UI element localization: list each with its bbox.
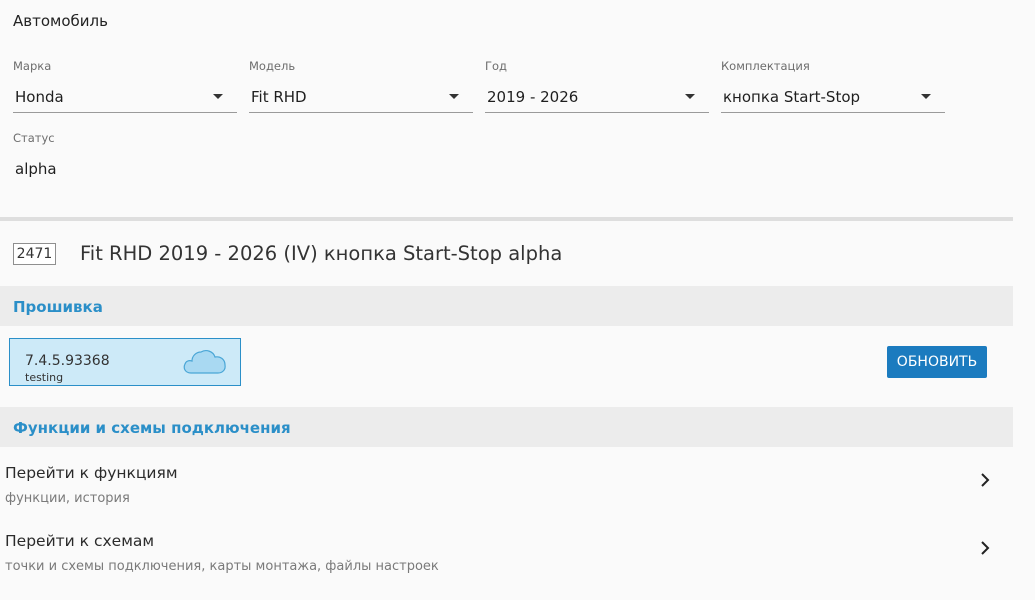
year-select[interactable]: 2019 - 2026 [485, 81, 709, 113]
firmware-section-title: Прошивка [13, 298, 103, 316]
chevron-right-icon [981, 541, 990, 555]
caret-down-icon [685, 94, 695, 99]
functions-section-title: Функции и схемы подключения [13, 419, 291, 437]
nav-functions[interactable]: Перейти к функциям функции, история [0, 464, 1013, 528]
year-select-value: 2019 - 2026 [487, 87, 579, 106]
car-section-title: Автомобиль [13, 12, 108, 30]
firmware-channel: testing [25, 371, 64, 384]
trim-select[interactable]: кнопка Start-Stop [721, 81, 945, 113]
status-value: alpha [15, 160, 57, 178]
year-label: Год [485, 59, 508, 73]
model-label: Модель [249, 59, 296, 73]
functions-section-header: Функции и схемы подключения [0, 407, 1013, 447]
caret-down-icon [213, 94, 223, 99]
caret-down-icon [449, 94, 459, 99]
status-label: Статус [13, 131, 55, 145]
nav-schemes[interactable]: Перейти к схемам точки и схемы подключен… [0, 532, 1013, 596]
firmware-section-header: Прошивка [0, 286, 1013, 326]
nav-schemes-subtitle: точки и схемы подключения, карты монтажа… [5, 559, 439, 574]
brand-select[interactable]: Honda [13, 81, 237, 113]
firmware-version: 7.4.5.93368 [25, 353, 110, 369]
trim-select-value: кнопка Start-Stop [723, 87, 861, 106]
trim-label: Комплектация [721, 59, 810, 73]
model-select[interactable]: Fit RHD [249, 81, 473, 113]
firmware-card[interactable]: 7.4.5.93368 testing [9, 338, 241, 386]
brand-select-value: Honda [15, 87, 64, 106]
nav-functions-subtitle: функции, история [5, 491, 130, 506]
brand-label: Марка [13, 59, 52, 73]
model-select-value: Fit RHD [251, 87, 307, 106]
chevron-right-icon [981, 473, 990, 487]
car-id-badge: 2471 [13, 243, 56, 265]
car-summary-title: Fit RHD 2019 - 2026 (IV) кнопка Start-St… [80, 242, 563, 265]
nav-functions-title: Перейти к функциям [5, 464, 178, 482]
cloud-icon [183, 350, 226, 374]
nav-schemes-title: Перейти к схемам [5, 532, 155, 550]
caret-down-icon [921, 94, 931, 99]
update-button[interactable]: ОБНОВИТЬ [887, 346, 987, 378]
section-divider [0, 217, 1013, 221]
